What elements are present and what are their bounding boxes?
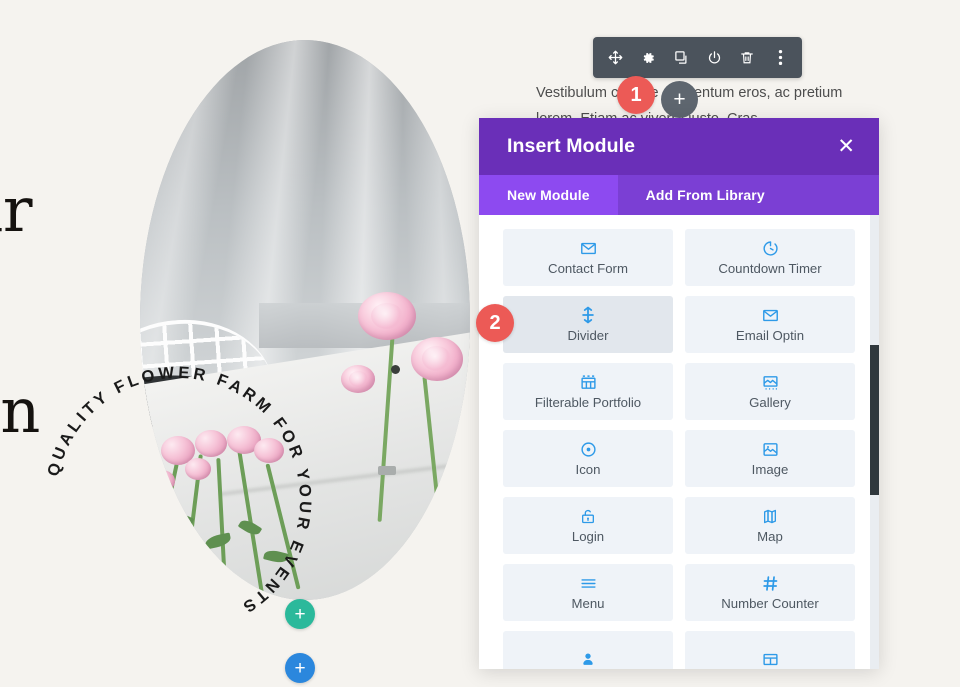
module-tile-login[interactable]: Login bbox=[503, 497, 673, 554]
heading-fragment-1: ur bbox=[0, 173, 33, 246]
module-tile-label: Map bbox=[757, 528, 783, 544]
builder-page: ur on bbox=[0, 0, 960, 687]
photo-bloom bbox=[410, 336, 463, 381]
gallery-icon bbox=[762, 374, 779, 391]
module-tile-label: Contact Form bbox=[548, 260, 628, 276]
module-tile-label: Number Counter bbox=[721, 595, 819, 611]
add-module-green-button[interactable]: + bbox=[285, 599, 315, 629]
photo-bloom bbox=[357, 292, 416, 340]
module-tile-contact-form[interactable]: Contact Form bbox=[503, 229, 673, 286]
table-grid-icon bbox=[762, 651, 779, 668]
modal-body: Contact Form Countdown Timer Divider Email … bbox=[479, 215, 879, 669]
move-icon[interactable] bbox=[602, 45, 628, 71]
module-tile-label: Divider bbox=[567, 327, 609, 343]
tab-new-module[interactable]: New Module bbox=[479, 175, 618, 215]
grid-table-icon bbox=[580, 374, 597, 391]
hamburger-icon bbox=[580, 575, 597, 592]
picture-icon bbox=[762, 441, 779, 458]
close-icon[interactable]: ✕ bbox=[831, 132, 861, 161]
tab-add-from-library[interactable]: Add From Library bbox=[618, 175, 793, 215]
module-toolbar[interactable] bbox=[593, 37, 802, 78]
module-tile-gallery[interactable]: Gallery bbox=[685, 363, 855, 420]
module-tile-number-counter[interactable]: Number Counter bbox=[685, 564, 855, 621]
photo-vase-clip bbox=[377, 465, 396, 475]
duplicate-icon[interactable] bbox=[668, 45, 694, 71]
photo-vase-clip bbox=[390, 364, 400, 374]
module-tile-label: Image bbox=[751, 461, 789, 477]
module-tile-label: Icon bbox=[575, 461, 601, 477]
module-tile-image[interactable]: Image bbox=[685, 430, 855, 487]
insert-module-modal: Insert Module ✕ New Module Add From Libr… bbox=[479, 118, 879, 669]
photo-foliage bbox=[140, 410, 371, 600]
hash-icon bbox=[762, 575, 779, 592]
module-tile-map[interactable]: Map bbox=[685, 497, 855, 554]
modal-title: Insert Module bbox=[507, 135, 636, 157]
envelope-icon bbox=[580, 240, 597, 257]
module-tile-label: Login bbox=[571, 528, 605, 544]
module-tile-table-grid[interactable] bbox=[685, 631, 855, 669]
module-grid: Contact Form Countdown Timer Divider Email … bbox=[503, 229, 855, 669]
map-icon bbox=[762, 508, 778, 525]
heading-fragment-2: on bbox=[0, 373, 40, 447]
power-icon[interactable] bbox=[701, 45, 727, 71]
modal-header: Insert Module ✕ bbox=[479, 118, 879, 175]
module-tile-countdown-timer[interactable]: Countdown Timer bbox=[685, 229, 855, 286]
step-badge-2: 2 bbox=[476, 304, 514, 342]
person-icon bbox=[580, 651, 596, 668]
hero-photo bbox=[140, 40, 470, 600]
envelope-icon bbox=[762, 307, 779, 324]
module-tile-label: Countdown Timer bbox=[718, 260, 822, 276]
lock-icon bbox=[580, 508, 596, 525]
modal-scrollbar-track[interactable] bbox=[870, 215, 879, 669]
trash-icon[interactable] bbox=[734, 45, 760, 71]
ellipsis-vertical-icon[interactable] bbox=[767, 45, 793, 71]
module-tile-label: Filterable Portfolio bbox=[534, 394, 642, 410]
photo-bloom bbox=[341, 364, 376, 393]
modal-scrollbar-thumb[interactable] bbox=[870, 345, 879, 495]
module-tile-divider[interactable]: Divider bbox=[503, 296, 673, 353]
clock-icon bbox=[762, 240, 779, 257]
module-tile-person[interactable] bbox=[503, 631, 673, 669]
gear-icon[interactable] bbox=[635, 45, 661, 71]
add-module-dark-button[interactable]: + bbox=[661, 81, 698, 118]
module-tile-label: Gallery bbox=[749, 394, 791, 410]
module-tile-label: Menu bbox=[571, 595, 605, 611]
module-tile-menu[interactable]: Menu bbox=[503, 564, 673, 621]
add-row-blue-button[interactable]: + bbox=[285, 653, 315, 683]
target-dot-icon bbox=[580, 441, 597, 458]
modal-tabs: New Module Add From Library bbox=[479, 175, 879, 215]
module-tile-email-optin[interactable]: Email Optin bbox=[685, 296, 855, 353]
module-tile-icon[interactable]: Icon bbox=[503, 430, 673, 487]
module-tile-filterable-portfolio[interactable]: Filterable Portfolio bbox=[503, 363, 673, 420]
module-tile-label: Email Optin bbox=[735, 327, 805, 343]
step-badge-1: 1 bbox=[617, 76, 655, 114]
divider-icon bbox=[581, 306, 595, 324]
